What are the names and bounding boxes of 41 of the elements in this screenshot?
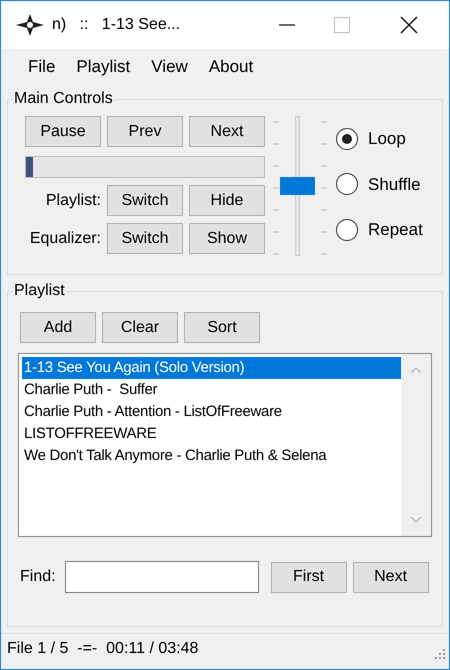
- app-logo-icon: [15, 13, 45, 37]
- push-button[interactable]: Next: [352, 562, 429, 592]
- radio-button[interactable]: [336, 128, 358, 150]
- push-button[interactable]: Next: [189, 116, 265, 147]
- close-icon[interactable]: [400, 16, 418, 34]
- menu-item[interactable]: View: [141, 54, 198, 80]
- radio-option[interactable]: Shuffle: [336, 172, 423, 197]
- radio-option[interactable]: Repeat: [336, 217, 423, 242]
- song-row[interactable]: We Don't Talk Anymore - Charlie Puth & Selena: [22, 445, 401, 467]
- push-button[interactable]: Clear: [102, 312, 178, 343]
- radio-button[interactable]: [336, 218, 358, 241]
- row-label: Playlist:: [44, 190, 101, 210]
- radio-option[interactable]: Loop: [336, 126, 423, 152]
- resize-grip-icon[interactable]: [434, 648, 446, 660]
- find-label: Find:: [20, 567, 56, 587]
- menu-item[interactable]: About: [198, 54, 264, 80]
- push-button[interactable]: Hide: [189, 185, 265, 216]
- push-button[interactable]: Prev: [107, 116, 183, 147]
- push-button[interactable]: Show: [189, 223, 265, 254]
- menu-item[interactable]: Playlist: [66, 54, 140, 80]
- push-button[interactable]: Pause: [25, 116, 101, 147]
- push-button[interactable]: Switch: [107, 223, 183, 254]
- push-button[interactable]: Add: [20, 312, 96, 343]
- menu-item[interactable]: File: [18, 54, 66, 80]
- row-label: Equalizer:: [28, 228, 101, 248]
- progress-track[interactable]: [25, 156, 265, 178]
- push-button[interactable]: Sort: [184, 312, 260, 343]
- song-row[interactable]: Charlie Puth - Suffer: [22, 379, 401, 401]
- playlist-box[interactable]: 1-13 See You Again (Solo Version) Charlie Puth - Suffer Charlie Puth - Attention - ListOfFreeware LISTOFFREEWARE We Don't Talk Anymore - Charlie Puth & Selena: [18, 353, 432, 537]
- radio-button[interactable]: [336, 173, 358, 196]
- push-button[interactable]: Switch: [107, 185, 183, 216]
- song-row[interactable]: Charlie Puth - Attention - ListOfFreeware: [22, 401, 401, 423]
- find-field[interactable]: [64, 561, 259, 593]
- song-row[interactable]: 1-13 See You Again (Solo Version): [22, 357, 401, 379]
- volume-thumb[interactable]: [280, 177, 315, 195]
- group-title: Playlist: [13, 281, 66, 301]
- volume-slider[interactable]: [280, 116, 315, 256]
- push-button[interactable]: First: [270, 562, 347, 592]
- window-title: n) :: 1-13 See...: [52, 15, 180, 35]
- song-row[interactable]: LISTOFFREEWARE: [22, 423, 401, 445]
- status-text: File 1 / 5 -=- 00:11 / 03:48: [7, 638, 198, 658]
